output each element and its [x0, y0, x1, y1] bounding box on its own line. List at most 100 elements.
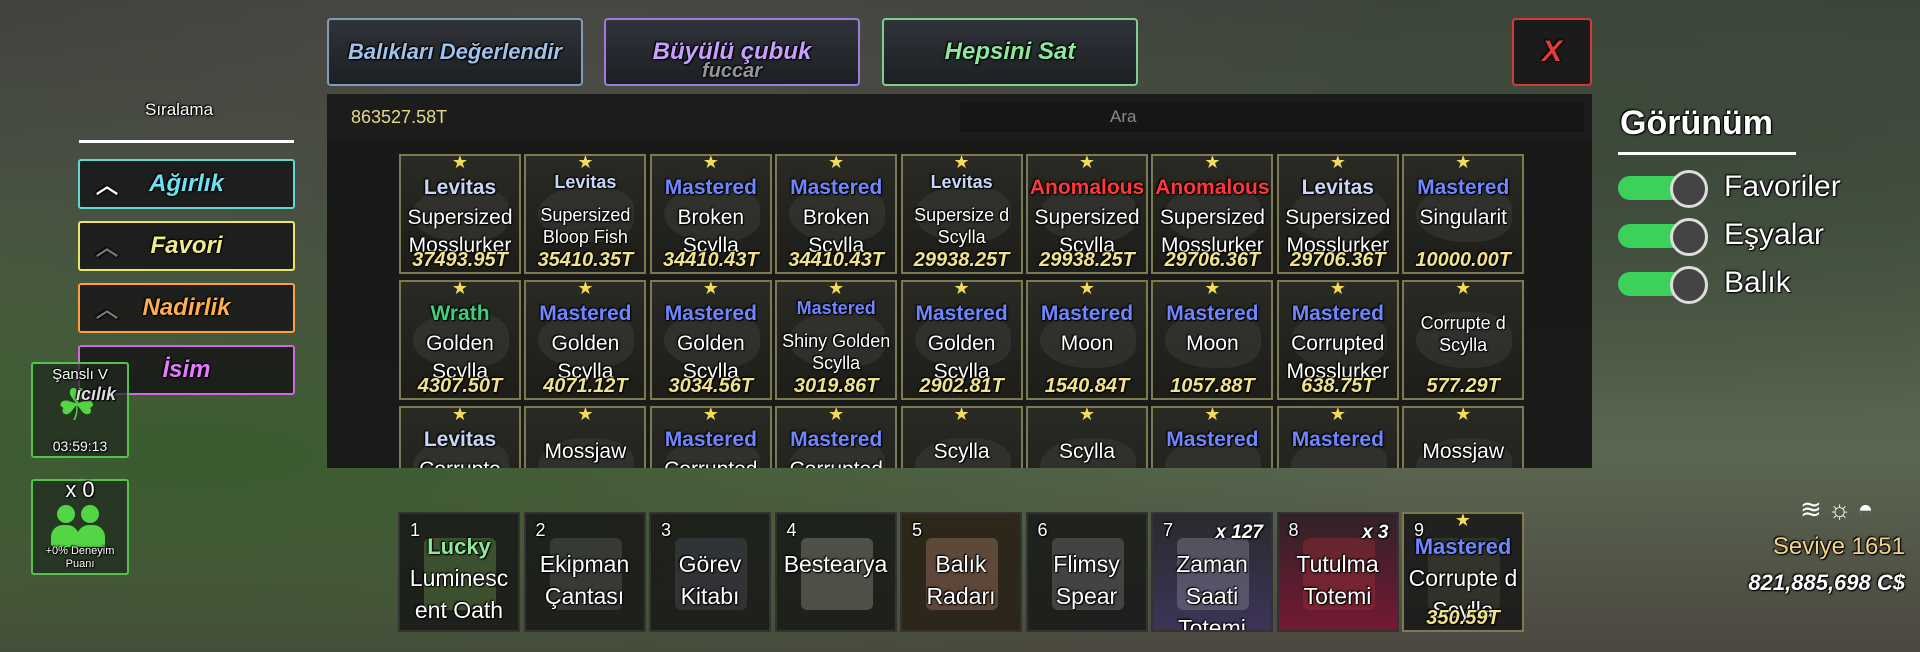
fish-slot[interactable]: ★ Levitas Supersized Mosslurker 29706.36T [1276, 154, 1399, 274]
fish-slot[interactable]: ★ Mastered Golden Scylla 2902.81T [900, 280, 1023, 400]
fish-slot[interactable]: ★ Mastered Corrupted [649, 406, 772, 468]
hotbar-slot-number: 6 [1037, 520, 1048, 540]
hotbar-slot-2[interactable]: 2 Ekipman Çantası [523, 512, 646, 632]
fish-toggle[interactable] [1618, 266, 1710, 304]
fish-slot[interactable]: ★ Mastered Corrupted [775, 406, 898, 468]
favorite-star-icon: ★ [1204, 280, 1221, 298]
fish-slot[interactable]: ★ Mastered Moon 1540.84T [1026, 280, 1148, 400]
fish-slot[interactable]: ★ Mastered Golden Scylla 3034.56T [649, 280, 772, 400]
fish-slot[interactable]: ★ Corrupte d Scylla 577.29T [1402, 280, 1525, 400]
favorite-star-icon: ★ [702, 280, 719, 298]
toggle-label: Favoriler [1724, 170, 1841, 203]
fish-mutation: Mastered [664, 176, 757, 199]
luck-boost-timer: 03:59:13 [52, 438, 108, 454]
fish-mutation: Levitas [423, 176, 497, 199]
sort-by-weight-button[interactable]: ︿ Ağırlık [78, 159, 295, 209]
favorite-star-icon: ★ [953, 280, 970, 298]
favorite-star-icon: ★ [1329, 154, 1346, 172]
hotbar-slot-8[interactable]: 8 x 3 Tutulma Totemi [1276, 512, 1399, 632]
magic-rod-sublabel: fuccar [701, 60, 763, 82]
fish-slot[interactable]: ★ Levitas Supersized Bloop Fish 35410.35T [524, 154, 647, 274]
luck-overlay-text: ıcılık [76, 384, 117, 404]
hotbar-slot-1[interactable]: 1 Lucky Luminesc ent Oath [398, 512, 520, 632]
sort-by-favorite-button[interactable]: ︿ Favori [78, 221, 295, 271]
sell-all-button[interactable]: Hepsini Sat [882, 18, 1138, 86]
hotbar-item-value: 350.59T [1426, 607, 1500, 629]
fish-name: Supersized Bloop Fish [540, 205, 631, 247]
close-button[interactable]: X [1512, 18, 1592, 86]
fish-slot[interactable]: ★ Anomalous Supersized Scylla 29938.25T [1026, 154, 1148, 274]
fish-slot[interactable]: ★ Mastered Corrupted Mosslurker 638.75T [1276, 280, 1399, 400]
favorite-star-icon: ★ [1455, 280, 1472, 298]
fish-slot[interactable]: ★ Anomalous Supersized Mosslurker 29706.36T [1151, 154, 1274, 274]
favorite-star-icon: ★ [1455, 154, 1472, 172]
fish-grid[interactable]: ★ Levitas Supersized Mosslurker 37493.95T ★ L… [399, 154, 1529, 468]
fish-name: Mossjaw [544, 440, 627, 463]
fish-slot[interactable]: ★ Mastered Singularit 10000.00T [1402, 154, 1525, 274]
fish-mutation: Wrath [430, 302, 490, 325]
favorite-star-icon: ★ [577, 280, 594, 298]
fish-slot[interactable]: ★ Mastered [1276, 406, 1399, 468]
fish-slot[interactable]: ★ Mastered [1151, 406, 1274, 468]
fish-slot[interactable]: ★ Mossjaw [524, 406, 647, 468]
fish-slot[interactable]: ★ Levitas Corrupte [399, 406, 521, 468]
hotbar-slot-number: 4 [786, 520, 797, 540]
fish-value: 29706.36T [1289, 249, 1386, 271]
fish-slot[interactable]: ★ Mastered Golden Scylla 4071.12T [524, 280, 647, 400]
hotbar-item-name: Flimsy Spear [1053, 551, 1120, 609]
fish-value: 35410.35T [537, 249, 634, 271]
favorite-star-icon: ★ [1078, 280, 1096, 298]
favorite-star-icon: ★ [953, 406, 970, 424]
fish-mutation: Mastered [790, 176, 883, 199]
fish-mutation: Levitas [554, 172, 617, 192]
fish-slot[interactable]: ★ Scylla [900, 406, 1023, 468]
hotbar-slot-4[interactable]: 4 Bestearya [774, 512, 897, 632]
fish-value: 638.75T [1301, 375, 1375, 397]
favorite-star-icon: ★ [828, 154, 845, 172]
fish-slot[interactable]: ★ Scylla [1026, 406, 1148, 468]
fish-value: 34410.43T [662, 249, 759, 271]
fish-slot[interactable]: ★ Mossjaw [1402, 406, 1525, 468]
fish-value: 4071.12T [543, 375, 628, 397]
sort-divider [79, 140, 294, 143]
fish-mutation: Mastered [1291, 428, 1384, 451]
hotbar-slot-7[interactable]: 7 x 127 Zaman Saati Totemi [1151, 512, 1273, 632]
fish-slot[interactable]: ★ Wrath Golden Scylla 4307.50T [399, 280, 521, 400]
items-toggle[interactable] [1618, 218, 1710, 256]
fish-mutation: Levitas [1301, 176, 1374, 199]
fish-slot[interactable]: ★ Mastered Moon 1057.88T [1151, 280, 1274, 400]
search-input[interactable] [960, 102, 1584, 132]
appraise-fish-button[interactable]: Balıkları Değerlendir [327, 18, 583, 86]
hotbar-item-name: Bestearya [783, 551, 888, 577]
fish-value: 1057.88T [1170, 375, 1255, 397]
fish-name: Mossjaw [1422, 440, 1505, 463]
fish-name: Supersize d Scylla [914, 205, 1010, 247]
favorites-toggle[interactable] [1618, 170, 1710, 208]
fish-slot[interactable]: ★ Levitas Supersize d Scylla 29938.25T [900, 154, 1023, 274]
luck-boost-widget: Şanslı V ☘ 03:59:13 [31, 362, 129, 458]
favorite-star-icon: ★ [1078, 406, 1096, 424]
fish-mutation: Levitas [930, 172, 993, 192]
hotbar-slot-9[interactable]: ★ 9 Mastered Corrupte d Scylla 350.59T [1402, 512, 1524, 632]
favorite-star-icon: ★ [451, 406, 469, 424]
favorite-star-icon: ★ [1204, 406, 1221, 424]
magic-rod-button[interactable]: Büyülü çubuk fuccar [604, 18, 860, 86]
sort-by-rarity-button[interactable]: ︿ Nadirlik [78, 283, 295, 333]
fish-slot[interactable]: ★ Mastered Broken Scylla 34410.43T [649, 154, 772, 274]
fish-slot[interactable]: ★ Levitas Supersized Mosslurker 37493.95T [399, 154, 521, 274]
hotbar-slot-3[interactable]: 3 Görev Kitabı [649, 512, 771, 632]
fish-name: Moon [1186, 332, 1239, 355]
fish-mutation: Mastered [664, 428, 757, 451]
fish-slot[interactable]: ★ Mastered Broken Scylla 34410.43T [775, 154, 898, 274]
fish-name: Corrupted [654, 456, 768, 468]
fish-value: 10000.00T [1415, 249, 1511, 271]
fish-name: Moon [1060, 332, 1114, 355]
xp-boost-label: +0% Deneyim Puanı [45, 545, 115, 570]
hotbar-slot-6[interactable]: 6 Flimsy Spear [1025, 512, 1148, 632]
fish-name: Singularit [1419, 206, 1507, 229]
fish-mutation: Mastered [790, 428, 883, 451]
fish-slot[interactable]: ★ Mastered Shiny Golden Scylla 3019.86T [775, 280, 898, 400]
hotbar-slot-5[interactable]: 5 Balık Radarı [900, 512, 1022, 632]
hotbar-item-name: Balık Radarı [926, 551, 996, 609]
sort-option-label: Ağırlık [149, 170, 224, 197]
